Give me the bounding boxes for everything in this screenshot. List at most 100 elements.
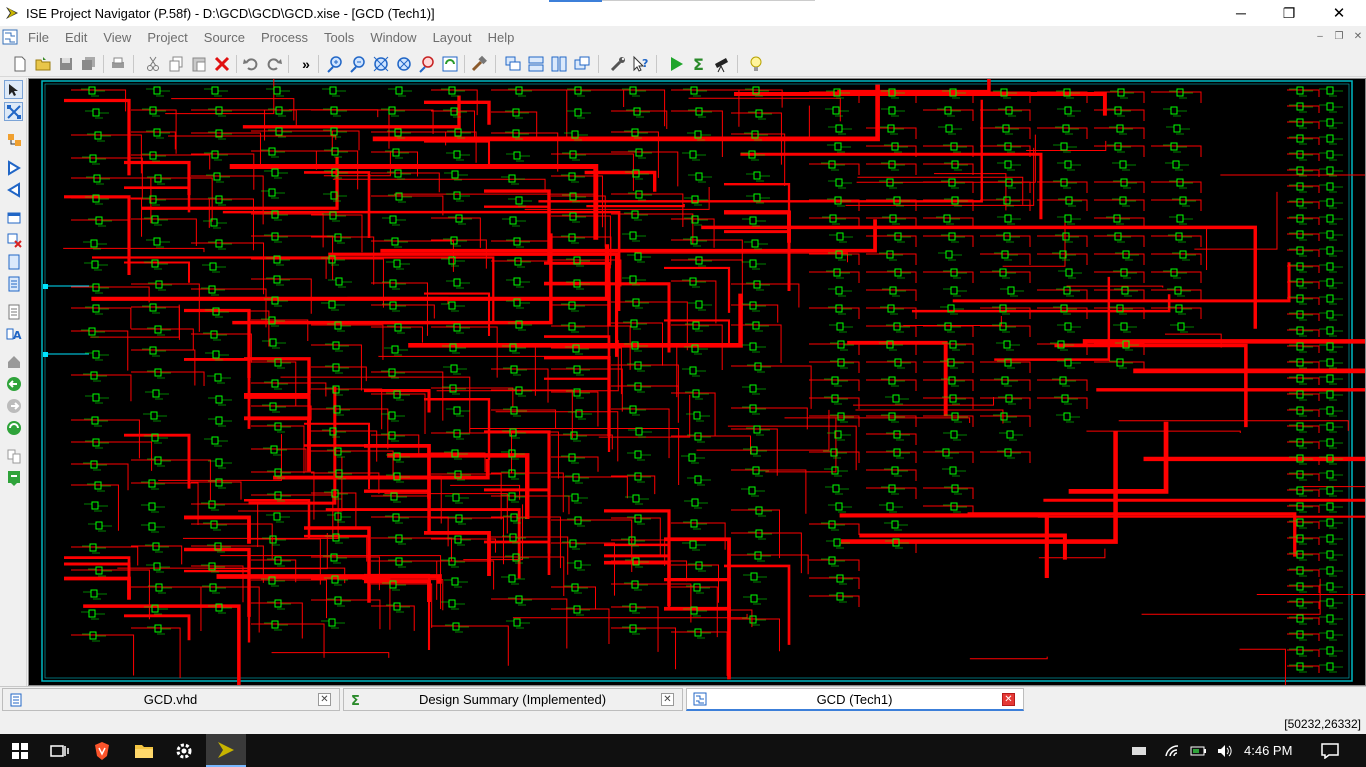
mdi-minimize-button[interactable]: – xyxy=(1311,28,1329,44)
remove-pin-icon[interactable] xyxy=(4,230,23,249)
main-toolbar: » ? Σ xyxy=(0,50,1366,77)
save-icon[interactable] xyxy=(56,54,76,74)
telescope-icon[interactable] xyxy=(712,54,732,74)
ise-app-icon xyxy=(6,7,18,19)
menu-tools[interactable]: Tools xyxy=(316,30,362,45)
text-format-icon[interactable]: A xyxy=(4,324,23,343)
menu-bar: File Edit View Project Source Process To… xyxy=(0,26,1366,48)
minimize-button[interactable]: ─ xyxy=(1217,0,1265,26)
mdi-close-button[interactable]: ✕ xyxy=(1349,28,1366,44)
cut-icon[interactable] xyxy=(143,54,163,74)
brave-icon[interactable] xyxy=(82,734,122,767)
print-icon[interactable] xyxy=(108,54,128,74)
menu-help[interactable]: Help xyxy=(480,30,523,45)
menu-view[interactable]: View xyxy=(95,30,139,45)
settings-icon[interactable] xyxy=(164,734,204,767)
sigma-icon: Σ xyxy=(351,694,360,707)
tab-gcd-vhd[interactable]: GCD.vhd ✕ xyxy=(2,688,340,711)
document-icon xyxy=(10,693,22,706)
home-icon[interactable] xyxy=(4,352,23,371)
tab-label: GCD.vhd xyxy=(143,692,198,707)
delete-icon[interactable] xyxy=(212,54,232,74)
save-all-icon[interactable] xyxy=(79,54,99,74)
zoom-fit-icon[interactable] xyxy=(394,54,414,74)
desktop-icon[interactable] xyxy=(1124,734,1154,767)
zoom-selection-icon[interactable] xyxy=(417,54,437,74)
windows-taskbar: 4:46 PM xyxy=(0,734,1366,767)
menu-layout[interactable]: Layout xyxy=(425,30,480,45)
menu-file[interactable]: File xyxy=(20,30,57,45)
technology-schematic[interactable] xyxy=(29,79,1365,685)
tab-close-button[interactable]: ✕ xyxy=(1002,692,1015,706)
refresh-icon[interactable] xyxy=(440,54,460,74)
window-tab-indicator xyxy=(549,0,815,2)
copy-view-icon[interactable] xyxy=(4,446,23,465)
tile-horizontal-icon[interactable] xyxy=(526,54,546,74)
schematic-tools-bar: A xyxy=(0,78,27,686)
file-explorer-icon[interactable] xyxy=(124,734,164,767)
tab-gcd-tech1[interactable]: GCD (Tech1) ✕ xyxy=(686,688,1024,711)
zoom-in-icon[interactable] xyxy=(325,54,345,74)
page2-icon[interactable] xyxy=(4,274,23,293)
paste-icon[interactable] xyxy=(189,54,209,74)
undo-icon[interactable] xyxy=(241,54,261,74)
notification-icon[interactable] xyxy=(1310,734,1350,767)
tab-close-button[interactable]: ✕ xyxy=(661,693,674,706)
forward-icon[interactable] xyxy=(4,158,23,177)
copy-icon[interactable] xyxy=(166,54,186,74)
refresh-view-icon[interactable] xyxy=(4,418,23,437)
task-view-icon[interactable] xyxy=(40,734,80,767)
export-icon[interactable] xyxy=(4,468,23,487)
menu-project[interactable]: Project xyxy=(139,30,195,45)
menu-process[interactable]: Process xyxy=(253,30,316,45)
cascade-icon[interactable] xyxy=(503,54,523,74)
tab-design-summary[interactable]: Σ Design Summary (Implemented) ✕ xyxy=(343,688,683,711)
page-icon[interactable] xyxy=(4,252,23,271)
zoom-full-icon[interactable] xyxy=(371,54,391,74)
back-icon[interactable] xyxy=(4,374,23,393)
taskbar-clock: 4:46 PM xyxy=(1244,743,1293,758)
xilinx-ise-icon[interactable] xyxy=(206,734,246,767)
help-what-icon[interactable]: ? xyxy=(631,54,651,74)
schematic-doc-icon[interactable] xyxy=(2,29,18,45)
run-icon[interactable] xyxy=(666,54,686,74)
redo-icon[interactable] xyxy=(264,54,284,74)
schematic-canvas[interactable] xyxy=(28,78,1366,686)
close-window-button[interactable]: ✕ xyxy=(1315,0,1363,26)
menu-window[interactable]: Window xyxy=(362,30,424,45)
restore-windows-icon[interactable] xyxy=(572,54,592,74)
battery-icon[interactable] xyxy=(1186,734,1212,767)
list-icon[interactable] xyxy=(4,302,23,321)
toolbar-overflow-button[interactable]: » xyxy=(296,54,316,74)
tab-label: GCD (Tech1) xyxy=(816,691,893,707)
mdi-restore-button[interactable]: ❐ xyxy=(1330,28,1348,44)
start-icon[interactable] xyxy=(0,734,40,767)
tab-label: Design Summary (Implemented) xyxy=(418,692,607,707)
route-icon[interactable] xyxy=(4,102,23,121)
tile-vertical-icon[interactable] xyxy=(549,54,569,74)
window-title: ISE Project Navigator (P.58f) - D:\GCD\G… xyxy=(26,5,435,21)
zoom-out-icon[interactable] xyxy=(348,54,368,74)
hammer-icon[interactable] xyxy=(469,54,489,74)
wrench-icon[interactable] xyxy=(608,54,628,74)
schematic-icon xyxy=(693,692,707,706)
new-icon[interactable] xyxy=(10,54,30,74)
status-bar: [50232,26332] xyxy=(0,712,1366,734)
next-icon[interactable] xyxy=(4,396,23,415)
svg-text:Σ: Σ xyxy=(351,694,360,707)
expand-icon[interactable] xyxy=(4,130,23,149)
wifi-icon[interactable] xyxy=(1158,734,1186,767)
sigma-icon[interactable]: Σ xyxy=(689,54,709,74)
menu-source[interactable]: Source xyxy=(196,30,253,45)
select-arrow-icon[interactable] xyxy=(4,80,23,99)
menu-edit[interactable]: Edit xyxy=(57,30,95,45)
add-pin-icon[interactable] xyxy=(4,208,23,227)
document-tabs: GCD.vhd ✕ Σ Design Summary (Implemented)… xyxy=(0,686,1366,712)
maximize-button[interactable]: ❐ xyxy=(1265,0,1313,26)
volume-icon[interactable] xyxy=(1212,734,1238,767)
backward-icon[interactable] xyxy=(4,180,23,199)
cursor-coordinates: [50232,26332] xyxy=(1284,717,1361,731)
lightbulb-icon[interactable] xyxy=(746,54,766,74)
tab-close-button[interactable]: ✕ xyxy=(318,693,331,706)
open-icon[interactable] xyxy=(33,54,53,74)
